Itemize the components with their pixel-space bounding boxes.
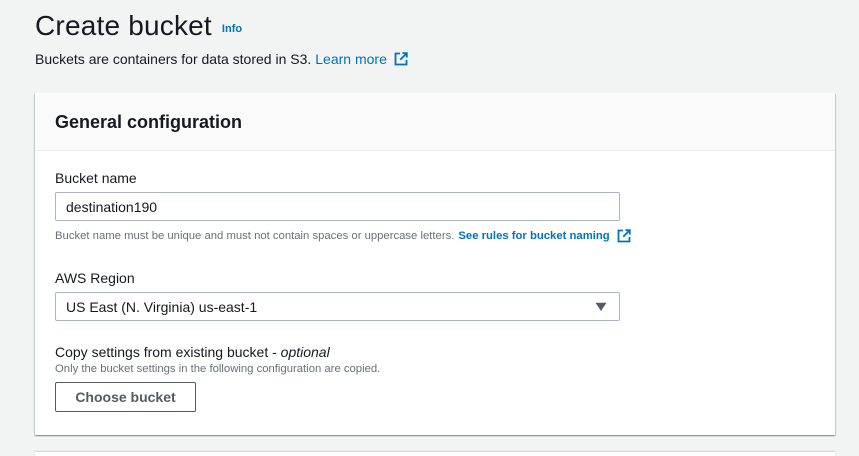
bucket-naming-rules-link[interactable]: See rules for bucket naming — [458, 230, 609, 242]
copy-settings-label: Copy settings from existing bucket - opt… — [55, 344, 330, 360]
aws-region-label: AWS Region — [55, 270, 135, 286]
panel-header: General configuration — [35, 93, 835, 151]
title-row: Create bucket Info — [35, 10, 408, 42]
page-header: Create bucket Info Buckets are container… — [35, 10, 408, 67]
copy-settings-label-text: Copy settings from existing bucket - — [55, 344, 281, 360]
external-link-icon[interactable] — [394, 52, 408, 66]
copy-settings-description: Only the bucket settings in the followin… — [55, 363, 381, 375]
learn-more-link[interactable]: Learn more — [315, 51, 387, 67]
optional-label: optional — [280, 344, 330, 360]
bucket-name-hint-text: Bucket name must be unique and must not … — [55, 230, 455, 242]
choose-bucket-button[interactable]: Choose bucket — [55, 382, 196, 412]
description-text: Buckets are containers for data stored i… — [35, 51, 312, 67]
aws-region-select[interactable]: US East (N. Virginia) us-east-1 — [55, 292, 620, 321]
create-bucket-page: Create bucket Info Buckets are container… — [0, 0, 859, 456]
page-title: Create bucket — [35, 10, 212, 41]
next-panel-edge — [35, 452, 835, 456]
aws-region-selected-value: US East (N. Virginia) us-east-1 — [66, 298, 258, 315]
bucket-name-hint: Bucket name must be unique and must not … — [55, 229, 631, 243]
general-configuration-panel: General configuration Bucket name Bucket… — [35, 93, 835, 435]
panel-title: General configuration — [55, 112, 243, 132]
page-description: Buckets are containers for data stored i… — [35, 51, 408, 67]
caret-down-icon — [595, 302, 607, 311]
bucket-name-input[interactable] — [55, 192, 620, 221]
external-link-icon[interactable] — [617, 229, 631, 243]
bucket-name-label: Bucket name — [55, 170, 137, 186]
info-link[interactable]: Info — [222, 23, 242, 35]
